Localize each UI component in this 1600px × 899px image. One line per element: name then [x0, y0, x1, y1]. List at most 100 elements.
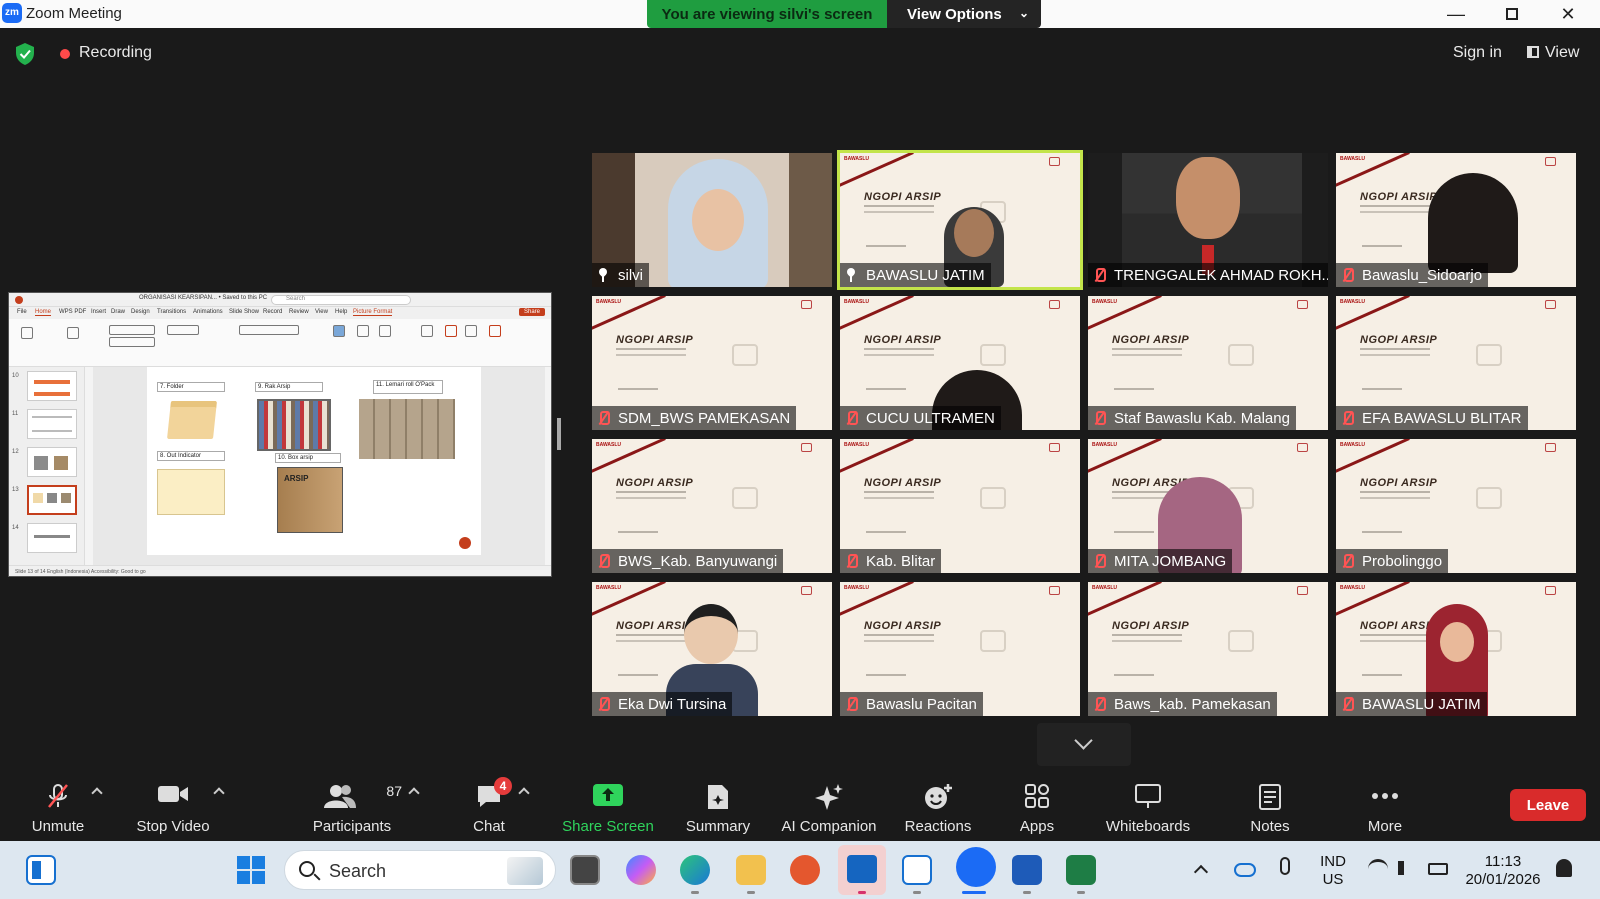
tray-expand-icon[interactable] — [1193, 864, 1209, 880]
store-icon[interactable] — [902, 855, 932, 885]
video-tile[interactable]: TRENGGALEK AHMAD ROKH... — [1088, 153, 1328, 287]
summary-button[interactable]: Summary — [680, 775, 756, 841]
edge-browser-icon[interactable] — [680, 855, 710, 885]
video-tile[interactable]: BAWASLU NGOPI ARSIP CUCU ULTRAMEN — [840, 296, 1080, 430]
bawaslu-logo-text: BAWASLU — [844, 156, 869, 162]
thumb-number: 11 — [12, 411, 19, 417]
participant-face — [954, 209, 994, 257]
video-tile[interactable]: BAWASLU NGOPI ARSIP BAWASLU JATIM — [837, 150, 1083, 290]
widgets-icon[interactable] — [26, 855, 56, 885]
input-language[interactable]: IND US — [1316, 853, 1350, 889]
video-tile[interactable]: BAWASLU NGOPI ARSIP Staf Bawaslu Kab. Mala… — [1088, 296, 1328, 430]
recording-label[interactable]: Recording — [79, 44, 152, 62]
audio-options-caret[interactable] — [91, 787, 103, 799]
split-view-handle[interactable] — [557, 418, 561, 450]
video-tile[interactable]: BAWASLU NGOPI ARSIP Bawaslu_Sidoarjo — [1336, 153, 1576, 287]
close-button[interactable]: ✕ — [1540, 0, 1596, 28]
ai-companion-button[interactable]: AI Companion — [776, 775, 882, 841]
notification-bell-icon[interactable] — [1556, 859, 1572, 877]
running-indicator — [747, 891, 755, 894]
clock[interactable]: 11:13 20/01/2026 — [1460, 853, 1546, 889]
ppt-menu-item: Draw — [111, 309, 126, 315]
more-button[interactable]: More — [1354, 775, 1416, 841]
video-tile[interactable]: silvi — [592, 153, 832, 287]
share-screen-button[interactable]: Share Screen — [558, 775, 658, 841]
ppt-menu-item: Insert — [91, 309, 107, 315]
banner-title: NGOPI ARSIP — [864, 191, 942, 203]
ppt-ribbon — [9, 319, 551, 367]
chat-button[interactable]: 4 Chat — [458, 775, 520, 841]
apps-button[interactable]: Apps — [1006, 775, 1068, 841]
banner-box-graphic — [1476, 487, 1502, 509]
battery-icon[interactable] — [1428, 863, 1448, 875]
volume-icon[interactable] — [1398, 861, 1412, 875]
expand-gallery-button[interactable] — [1037, 723, 1131, 766]
zoom-taskbar-icon[interactable] — [956, 847, 996, 887]
share-screen-label: Share Screen — [562, 818, 654, 835]
taskbar-search-input[interactable]: Search — [284, 850, 556, 890]
minimize-button[interactable]: — — [1428, 0, 1484, 28]
excel-icon[interactable] — [1066, 855, 1096, 885]
leave-button[interactable]: Leave — [1510, 789, 1586, 821]
video-tile[interactable]: BAWASLU NGOPI ARSIP MITA JOMBANG — [1088, 439, 1328, 573]
view-button[interactable]: View — [1527, 44, 1579, 62]
video-tile[interactable]: BAWASLU NGOPI ARSIP Probolinggo — [1336, 439, 1576, 573]
participant-name: Baws_kab. Pamekasan — [1114, 695, 1271, 713]
microphone-muted-icon — [1092, 410, 1106, 426]
ppt-menu-item: WPS PDF — [59, 309, 87, 315]
notes-icon — [1259, 784, 1281, 810]
windows-start-icon[interactable] — [236, 855, 266, 885]
participants-options-caret[interactable] — [408, 787, 420, 799]
participant-name: CUCU ULTRAMEN — [866, 409, 995, 427]
view-options-button[interactable]: View Options ⌄ — [887, 0, 1041, 28]
share-screen-icon — [593, 784, 623, 806]
file-explorer-icon[interactable] — [736, 855, 766, 885]
video-tile[interactable]: BAWASLU NGOPI ARSIP BWS_Kab. Banyuwangi — [592, 439, 832, 573]
video-tile[interactable]: BAWASLU NGOPI ARSIP Baws_kab. Pamekasan — [1088, 582, 1328, 716]
stop-video-button[interactable]: Stop Video — [130, 775, 216, 841]
banner-title: NGOPI ARSIP — [1112, 620, 1190, 632]
outlook-icon-active[interactable] — [838, 845, 886, 895]
banner-box-graphic — [1476, 344, 1502, 366]
slide-thumbnail — [27, 409, 77, 439]
create-pdf-icon — [445, 325, 457, 337]
reactions-button[interactable]: Reactions — [898, 775, 978, 841]
wifi-icon[interactable] — [1368, 859, 1388, 879]
unmute-button[interactable]: Unmute — [24, 775, 92, 841]
notes-button[interactable]: Notes — [1236, 775, 1304, 841]
banner-date-lines — [618, 674, 658, 682]
participant-nameplate: Probolinggo — [1336, 549, 1449, 573]
whiteboards-button[interactable]: Whiteboards — [1098, 775, 1198, 841]
video-tile[interactable]: BAWASLU NGOPI ARSIP SDM_BWS PAMEKASAN — [592, 296, 832, 430]
banner-subtitle-lines — [1360, 491, 1430, 499]
copilot-icon[interactable] — [626, 855, 656, 885]
banner-date-lines — [1362, 245, 1402, 253]
video-tile[interactable]: BAWASLU NGOPI ARSIP Eka Dwi Tursina — [592, 582, 832, 716]
encryption-shield-icon[interactable] — [14, 42, 36, 66]
microphone-icon[interactable] — [1280, 857, 1290, 875]
camera-icon — [1545, 443, 1556, 452]
shapes-icon — [333, 325, 345, 337]
participant-nameplate: Bawaslu Pacitan — [840, 692, 983, 716]
task-view-icon[interactable] — [570, 855, 600, 885]
word-icon[interactable] — [1012, 855, 1042, 885]
shared-screen[interactable]: ORGANISASI KEARSIPAN... • Saved to this … — [8, 292, 552, 577]
banner-subtitle-lines — [1360, 634, 1430, 642]
video-tile[interactable]: BAWASLU NGOPI ARSIP EFA BAWASLU BLITAR — [1336, 296, 1576, 430]
sign-in-button[interactable]: Sign in — [1453, 44, 1502, 62]
participants-button[interactable]: 87 Participants — [306, 775, 402, 841]
microphone-muted-icon — [1092, 696, 1106, 712]
slide-label: 9. Rak Arsip — [255, 382, 323, 392]
presentation-app-icon[interactable] — [790, 855, 820, 885]
banner-date-lines — [1114, 531, 1154, 539]
onedrive-icon[interactable] — [1234, 863, 1256, 877]
restore-button[interactable] — [1484, 0, 1540, 28]
bawaslu-logo-text: BAWASLU — [1092, 585, 1117, 591]
video-tile[interactable]: BAWASLU NGOPI ARSIP Kab. Blitar — [840, 439, 1080, 573]
banner-box-graphic — [1228, 630, 1254, 652]
video-tile[interactable]: BAWASLU NGOPI ARSIP Bawaslu Pacitan — [840, 582, 1080, 716]
microphone-muted-icon — [844, 410, 858, 426]
video-tile[interactable]: BAWASLU NGOPI ARSIP BAWASLU JATIM — [1336, 582, 1576, 716]
ppt-share-button: Share — [518, 308, 545, 316]
chat-options-caret[interactable] — [518, 787, 530, 799]
